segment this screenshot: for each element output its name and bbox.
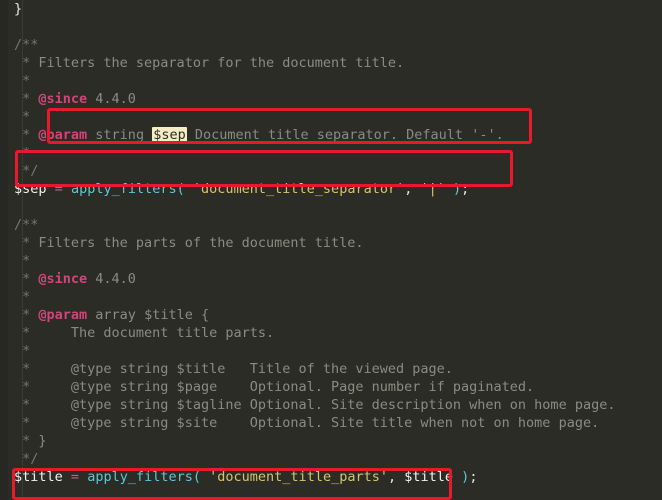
code-token: $title [14,469,63,485]
code-line[interactable]: * [0,252,662,270]
code-line[interactable]: * } [0,432,662,450]
code-token: 4.4.0 [87,271,136,287]
code-token: /** [14,217,39,233]
code-token: @type string $title Title of the viewed … [38,361,453,377]
code-token: * [14,55,39,71]
code-token: * [14,325,39,341]
code-token: Document title separator. Default '-'. [186,127,504,143]
code-token: * [14,361,39,377]
code-line[interactable]: * @type string $title Title of the viewe… [0,360,662,378]
code-token: = [70,469,80,485]
code-token: , [387,469,397,485]
code-token: Filters the parts of the document title. [38,235,364,251]
code-token: @param [38,307,88,323]
code-line[interactable]: * The document title parts. [0,324,662,342]
code-token: The document title parts. [38,325,275,341]
code-line[interactable]: * Filters the separator for the document… [0,54,662,72]
code-token: * [14,253,31,269]
code-line[interactable]: * @since 4.4.0 [0,90,662,108]
code-token: $sep [14,181,47,197]
code-line[interactable]: } [0,0,662,18]
code-line[interactable] [0,18,662,36]
code-token: 'document_title_separator' [192,181,405,197]
code-token: @since [38,91,88,107]
code-line[interactable]: * @type string $page Optional. Page numb… [0,378,662,396]
code-line[interactable] [0,198,662,216]
code-token: */ [14,451,39,467]
code-token: * [14,415,39,431]
code-token: $title [404,469,454,485]
code-token: @type string $tagline Optional. Site des… [38,397,616,413]
code-token: array $title { [87,307,210,323]
code-token: ; [469,469,478,485]
code-line[interactable]: * [0,108,662,126]
code-token: } [38,433,47,449]
code-token: ( [176,181,185,197]
code-token: apply_filters [70,181,177,197]
code-token: * [14,235,39,251]
code-line[interactable]: * [0,342,662,360]
code-token: ; [461,181,470,197]
code-token: * [14,271,39,287]
code-content[interactable]: } /** * Filters the separator for the do… [0,0,662,500]
code-token: string [87,127,153,143]
code-token: ( [192,469,202,485]
code-token: @param [38,127,88,143]
code-token: = [54,181,63,197]
code-token: /** [14,37,39,53]
code-line[interactable]: * @since 4.4.0 [0,270,662,288]
code-token: * [14,127,39,143]
code-line[interactable]: $title = apply_filters( 'document_title_… [0,468,662,486]
code-token: Filters the separator for the document t… [38,55,405,71]
code-token: @type string $page Optional. Page number… [38,379,535,395]
code-token: * [14,91,39,107]
code-line[interactable]: /** [0,36,662,54]
code-token: '|' [420,181,445,197]
code-token: @since [38,271,88,287]
code-line[interactable]: * @type string $site Optional. Site titl… [0,414,662,432]
code-line[interactable]: */ [0,450,662,468]
highlighted-token: $sep [152,127,187,143]
code-line[interactable]: * [0,72,662,90]
code-line[interactable]: /** [0,216,662,234]
code-token: apply_filters [87,469,193,485]
code-token: * [14,109,31,125]
code-token: @type string $site Optional. Site title … [38,415,600,431]
code-token: * [14,433,39,449]
code-line[interactable]: $sep = apply_filters( 'document_title_se… [0,180,662,198]
code-line[interactable]: * [0,288,662,306]
code-editor-viewport[interactable]: } /** * Filters the separator for the do… [0,0,662,500]
code-token: * [14,145,31,161]
code-token: } [14,1,23,17]
code-line[interactable]: * @param string $sep Document title sepa… [0,126,662,144]
code-token: * [14,289,31,305]
code-token: * [14,73,31,89]
code-token: 4.4.0 [87,91,136,107]
code-line[interactable]: * @param array $title { [0,306,662,324]
code-token: * [14,343,31,359]
code-line[interactable]: */ [0,162,662,180]
code-token: * [14,397,39,413]
code-token: * [14,379,39,395]
code-token: ) [453,181,462,197]
code-line[interactable]: * Filters the parts of the document titl… [0,234,662,252]
code-token: * [14,307,39,323]
code-line[interactable]: * [0,144,662,162]
code-line[interactable]: * @type string $tagline Optional. Site d… [0,396,662,414]
code-token: */ [14,163,39,179]
code-token: 'document_title_parts' [209,469,388,485]
code-line[interactable] [0,486,662,500]
